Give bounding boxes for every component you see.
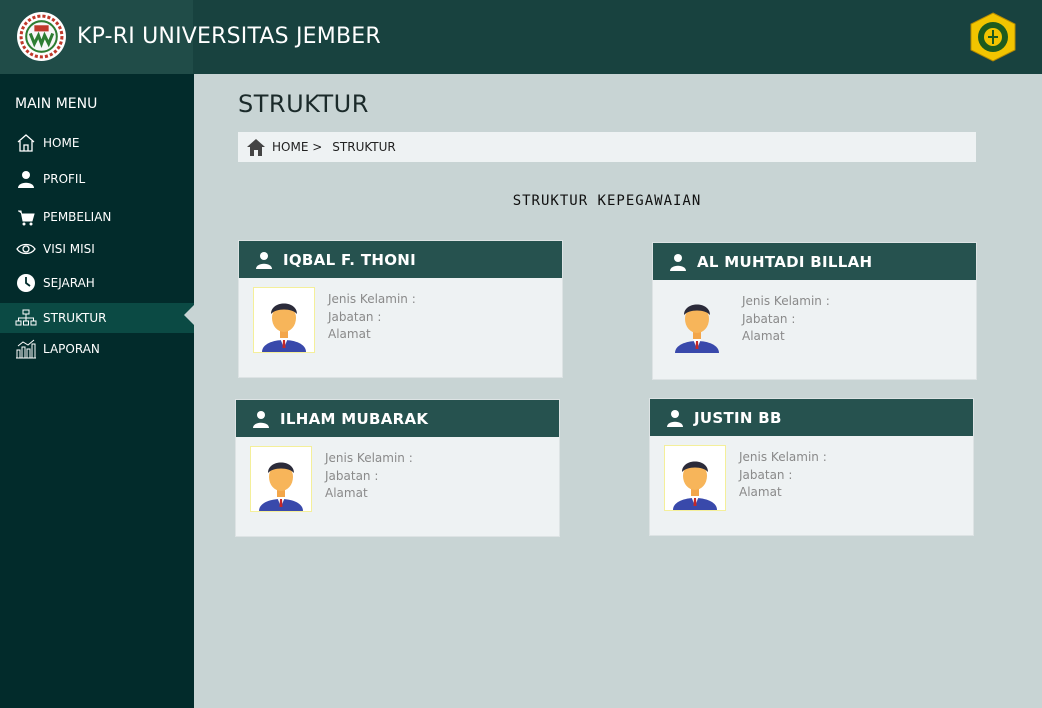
clock-icon bbox=[15, 272, 37, 294]
position-label: Jabatan : bbox=[325, 468, 379, 483]
user-icon bbox=[670, 253, 686, 271]
university-logo bbox=[970, 12, 1016, 62]
gender-label: Jenis Kelamin : bbox=[325, 451, 413, 465]
card-header: AL MUHTADI BILLAH bbox=[653, 243, 976, 280]
breadcrumb-home-link[interactable]: HOME > bbox=[272, 140, 322, 154]
staff-card: IQBAL F. THONI Jenis Kelamin : Jabatan :… bbox=[238, 240, 563, 378]
staff-name: IQBAL F. THONI bbox=[283, 250, 416, 269]
sidebar-item-label: STRUKTUR bbox=[43, 311, 107, 325]
sidebar: MAIN MENU HOME PROFIL PEMBELIAN VISI MIS… bbox=[0, 74, 196, 708]
address-label: Alamat bbox=[328, 327, 371, 341]
sidebar-item-pembelian[interactable]: PEMBELIAN bbox=[0, 202, 194, 232]
sidebar-item-profil[interactable]: PROFIL bbox=[0, 164, 194, 194]
app-title: KP-RI UNIVERSITAS JEMBER bbox=[77, 24, 381, 49]
staff-avatar bbox=[664, 445, 726, 511]
breadcrumb: HOME > STRUKTUR bbox=[238, 132, 976, 162]
sidebar-item-label: HOME bbox=[43, 136, 80, 150]
chart-icon bbox=[15, 338, 37, 360]
staff-card: ILHAM MUBARAK Jenis Kelamin : Jabatan : … bbox=[235, 399, 560, 537]
address-label: Alamat bbox=[739, 485, 782, 499]
card-header: JUSTIN BB bbox=[650, 399, 973, 436]
user-icon bbox=[256, 251, 272, 269]
brand-area: KP-RI UNIVERSITAS JEMBER bbox=[0, 0, 381, 74]
staff-card: AL MUHTADI BILLAH Jenis Kelamin : Jabata… bbox=[652, 242, 977, 380]
staff-info: Jenis Kelamin : Jabatan : Alamat bbox=[325, 450, 413, 503]
user-icon bbox=[15, 168, 37, 190]
staff-avatar bbox=[667, 289, 729, 355]
section-title: STRUKTUR KEPEGAWAIAN bbox=[512, 193, 702, 209]
sidebar-item-label: PROFIL bbox=[43, 172, 86, 186]
staff-info: Jenis Kelamin : Jabatan : Alamat bbox=[739, 449, 827, 502]
sidebar-item-label: VISI MISI bbox=[43, 242, 95, 256]
page-title: STRUKTUR bbox=[238, 90, 369, 118]
staff-name: ILHAM MUBARAK bbox=[280, 409, 429, 428]
staff-name: JUSTIN BB bbox=[694, 408, 782, 427]
sidebar-item-label: LAPORAN bbox=[43, 342, 100, 356]
cart-icon bbox=[15, 206, 37, 228]
position-label: Jabatan : bbox=[328, 309, 382, 324]
sidebar-item-label: SEJARAH bbox=[43, 276, 95, 290]
sidebar-item-sejarah[interactable]: SEJARAH bbox=[0, 268, 194, 298]
staff-info: Jenis Kelamin : Jabatan : Alamat bbox=[328, 291, 416, 344]
staff-name: AL MUHTADI BILLAH bbox=[697, 252, 873, 271]
sidebar-item-laporan[interactable]: LAPORAN bbox=[0, 334, 194, 364]
gender-label: Jenis Kelamin : bbox=[742, 294, 830, 308]
address-label: Alamat bbox=[325, 486, 368, 500]
sidebar-item-label: PEMBELIAN bbox=[43, 210, 112, 224]
staff-info: Jenis Kelamin : Jabatan : Alamat bbox=[742, 293, 830, 346]
breadcrumb-current: STRUKTUR bbox=[332, 140, 396, 154]
user-icon bbox=[253, 410, 269, 428]
position-label: Jabatan : bbox=[742, 311, 796, 326]
user-icon bbox=[667, 409, 683, 427]
sidebar-item-struktur[interactable]: STRUKTUR bbox=[0, 303, 194, 333]
top-header: KP-RI UNIVERSITAS JEMBER bbox=[0, 0, 1042, 74]
menu-title: MAIN MENU bbox=[15, 96, 98, 112]
active-indicator bbox=[184, 303, 196, 327]
staff-avatar bbox=[250, 446, 312, 512]
card-header: ILHAM MUBARAK bbox=[236, 400, 559, 437]
home-icon[interactable] bbox=[246, 137, 266, 157]
card-header: IQBAL F. THONI bbox=[239, 241, 562, 278]
eye-icon bbox=[15, 238, 37, 260]
sidebar-item-visi-misi[interactable]: VISI MISI bbox=[0, 234, 194, 264]
kpri-logo[interactable] bbox=[16, 11, 67, 62]
gender-label: Jenis Kelamin : bbox=[328, 292, 416, 306]
hierarchy-icon bbox=[15, 307, 37, 329]
gender-label: Jenis Kelamin : bbox=[739, 450, 827, 464]
position-label: Jabatan : bbox=[739, 467, 793, 482]
staff-avatar bbox=[253, 287, 315, 353]
staff-card: JUSTIN BB Jenis Kelamin : Jabatan : Alam… bbox=[649, 398, 974, 536]
home-icon bbox=[15, 132, 37, 154]
sidebar-item-home[interactable]: HOME bbox=[0, 128, 194, 158]
address-label: Alamat bbox=[742, 329, 785, 343]
